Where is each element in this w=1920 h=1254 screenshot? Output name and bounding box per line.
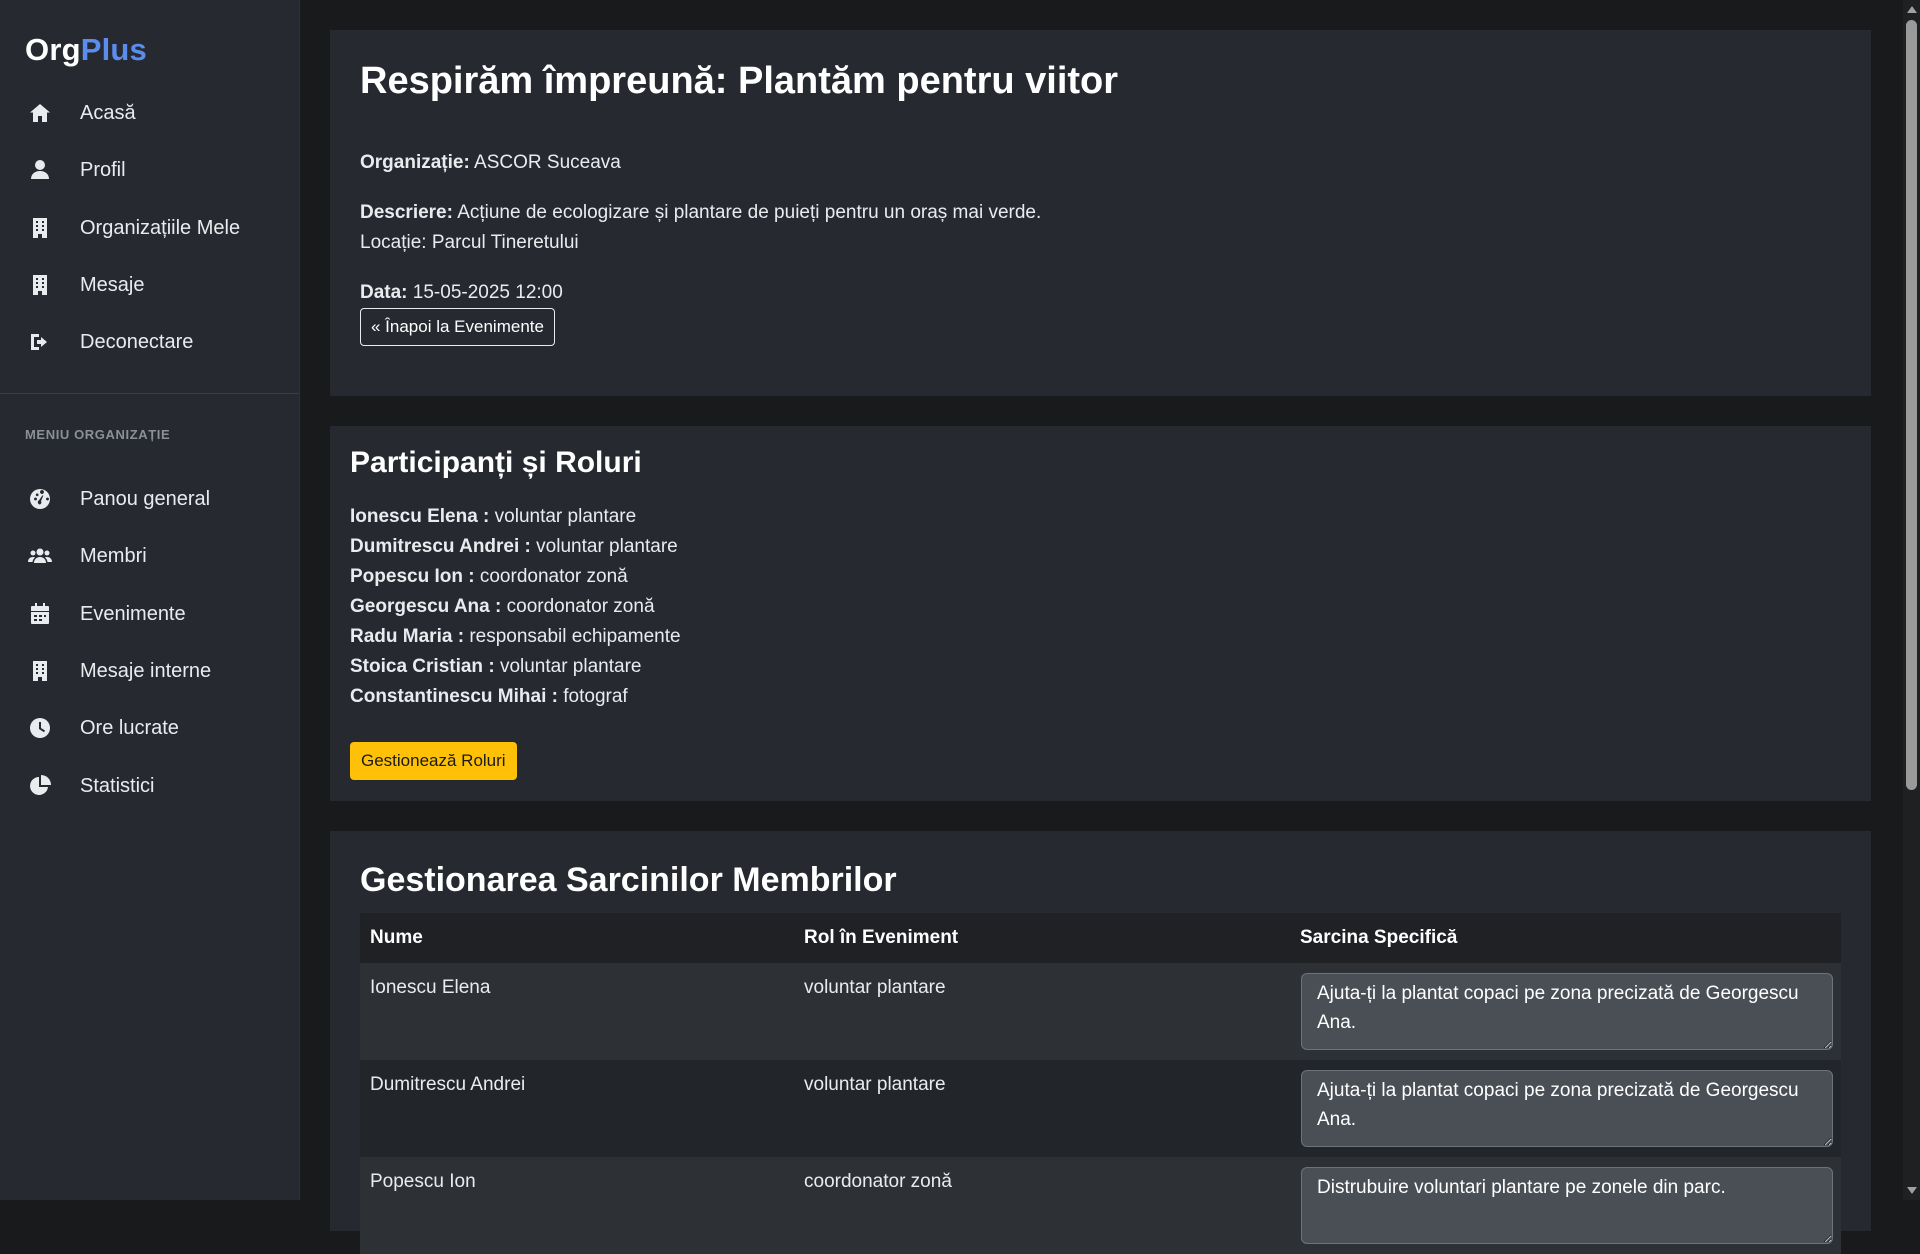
organization-label: Organizație: — [360, 152, 470, 173]
clock-icon — [0, 716, 80, 740]
participant-name: Dumitrescu Andrei : — [350, 536, 531, 557]
sidebar-item-label: Organizațiile Mele — [80, 216, 241, 239]
sidebar: OrgPlus Acasă Profil Organizațiile Mele … — [0, 0, 300, 1200]
back-to-events-button[interactable]: « Înapoi la Evenimente — [360, 308, 555, 346]
sidebar-item-membri[interactable]: Membri — [0, 532, 299, 580]
sidebar-item-mesaje[interactable]: Mesaje — [0, 261, 299, 309]
page-title: Respirăm împreună: Plantăm pentru viitor — [360, 60, 1119, 102]
participants-card: Participanți și Roluri Ionescu Elena : v… — [330, 426, 1871, 801]
event-details-card: Respirăm împreună: Plantăm pentru viitor… — [330, 30, 1871, 396]
date-label: Data: — [360, 282, 408, 303]
sidebar-item-label: Panou general — [80, 487, 211, 510]
manage-roles-button[interactable]: Gestionează Roluri — [350, 742, 517, 780]
sidebar-item-label: Membri — [80, 544, 147, 567]
task-textarea[interactable]: Distrubuire voluntari plantare pe zonele… — [1301, 1167, 1833, 1244]
event-date: Data: 15-05-2025 12:00 — [360, 282, 563, 304]
sign-out-icon — [0, 330, 80, 354]
sidebar-item-organizatii[interactable]: Organizațiile Mele — [0, 204, 299, 252]
page-scrollbar[interactable] — [1903, 0, 1920, 1200]
member-role: voluntar plantare — [804, 1074, 946, 1095]
sidebar-item-label: Acasă — [80, 101, 136, 124]
participant-item: Constantinescu Mihai : fotograf — [350, 686, 628, 708]
participant-item: Dumitrescu Andrei : voluntar plantare — [350, 536, 678, 558]
tasks-card: Gestionarea Sarcinilor Membrilor Nume Ro… — [330, 831, 1871, 1254]
table-row: Popescu Ion coordonator zonă Distrubuire… — [360, 1157, 1841, 1254]
building-icon — [0, 659, 80, 683]
participant-role: voluntar plantare — [536, 536, 678, 557]
home-icon — [0, 101, 80, 125]
sidebar-item-label: Mesaje — [80, 273, 145, 296]
member-role: voluntar plantare — [804, 977, 946, 998]
organization-value: ASCOR Suceava — [474, 152, 621, 173]
column-header-role: Rol în Eveniment — [804, 927, 959, 948]
sidebar-item-label: Profil — [80, 158, 126, 181]
brand-org: Org — [25, 32, 81, 67]
column-header-name: Nume — [370, 927, 423, 948]
sidebar-item-label: Statistici — [80, 774, 155, 797]
gauge-icon — [0, 487, 80, 511]
sidebar-item-acasa[interactable]: Acasă — [0, 89, 299, 137]
participant-role: responsabil echipamente — [469, 626, 681, 647]
member-name: Popescu Ion — [370, 1171, 476, 1192]
description-label: Descriere: — [360, 202, 453, 223]
sidebar-item-label: Mesaje interne — [80, 659, 212, 682]
sidebar-item-evenimente[interactable]: Evenimente — [0, 590, 299, 638]
tasks-table: Nume Rol în Eveniment Sarcina Specifică … — [360, 913, 1841, 1254]
brand-logo[interactable]: OrgPlus — [25, 32, 147, 68]
participant-name: Constantinescu Mihai : — [350, 686, 558, 707]
sidebar-item-label: Evenimente — [80, 602, 186, 625]
participant-name: Popescu Ion : — [350, 566, 475, 587]
participant-role: coordonator zonă — [479, 566, 628, 587]
participant-item: Radu Maria : responsabil echipamente — [350, 626, 681, 648]
tasks-title: Gestionarea Sarcinilor Membrilor — [360, 861, 897, 899]
user-icon — [0, 158, 80, 182]
building-icon — [0, 273, 80, 297]
brand-plus: Plus — [80, 32, 147, 67]
participant-name: Ionescu Elena : — [350, 506, 490, 527]
sidebar-item-profil[interactable]: Profil — [0, 146, 299, 194]
scroll-down-arrow-icon[interactable] — [1907, 1187, 1917, 1194]
scrollbar-thumb[interactable] — [1906, 20, 1917, 790]
sidebar-item-deconectare[interactable]: Deconectare — [0, 318, 299, 366]
sidebar-item-label: Deconectare — [80, 330, 194, 353]
member-name: Ionescu Elena — [370, 977, 491, 998]
scroll-up-arrow-icon[interactable] — [1907, 6, 1917, 13]
participant-name: Georgescu Ana : — [350, 596, 502, 617]
participant-item: Ionescu Elena : voluntar plantare — [350, 506, 636, 528]
event-description: Descriere: Acțiune de ecologizare și pla… — [360, 202, 1041, 224]
table-row: Ionescu Elena voluntar plantare Ajuta-ți… — [360, 963, 1841, 1060]
participant-role: fotograf — [563, 686, 628, 707]
participant-item: Popescu Ion : coordonator zonă — [350, 566, 628, 588]
pie-chart-icon — [0, 774, 80, 798]
table-row: Dumitrescu Andrei voluntar plantare Ajut… — [360, 1060, 1841, 1157]
calendar-icon — [0, 602, 80, 626]
participant-role: coordonator zonă — [506, 596, 655, 617]
participant-role: voluntar plantare — [494, 506, 637, 527]
sidebar-divider — [0, 393, 299, 394]
member-role: coordonator zonă — [804, 1171, 952, 1192]
table-header-row: Nume Rol în Eveniment Sarcina Specifică — [360, 913, 1841, 963]
building-icon — [0, 216, 80, 240]
event-location: Locație: Parcul Tineretului — [360, 232, 579, 253]
sidebar-item-panou-general[interactable]: Panou general — [0, 475, 299, 523]
sidebar-item-label: Ore lucrate — [80, 716, 179, 739]
task-textarea[interactable]: Ajuta-ți la plantat copaci pe zona preci… — [1301, 973, 1833, 1050]
participant-name: Radu Maria : — [350, 626, 465, 647]
users-icon — [0, 544, 80, 568]
event-organization: Organizație: ASCOR Suceava — [360, 152, 621, 174]
column-header-task: Sarcina Specifică — [1300, 927, 1458, 948]
sidebar-item-ore-lucrate[interactable]: Ore lucrate — [0, 704, 299, 752]
participant-name: Stoica Cristian : — [350, 656, 495, 677]
description-value: Acțiune de ecologizare și plantare de pu… — [457, 202, 1042, 223]
participant-role: voluntar plantare — [499, 656, 642, 677]
sidebar-item-mesaje-interne[interactable]: Mesaje interne — [0, 647, 299, 695]
task-textarea[interactable]: Ajuta-ți la plantat copaci pe zona preci… — [1301, 1070, 1833, 1147]
participants-title: Participanți și Roluri — [350, 446, 642, 479]
member-name: Dumitrescu Andrei — [370, 1074, 526, 1095]
section-label: MENIU ORGANIZAȚIE — [25, 427, 171, 442]
date-value: 15-05-2025 12:00 — [412, 282, 563, 303]
participant-item: Stoica Cristian : voluntar plantare — [350, 656, 641, 678]
sidebar-item-statistici[interactable]: Statistici — [0, 762, 299, 810]
participant-item: Georgescu Ana : coordonator zonă — [350, 596, 655, 618]
